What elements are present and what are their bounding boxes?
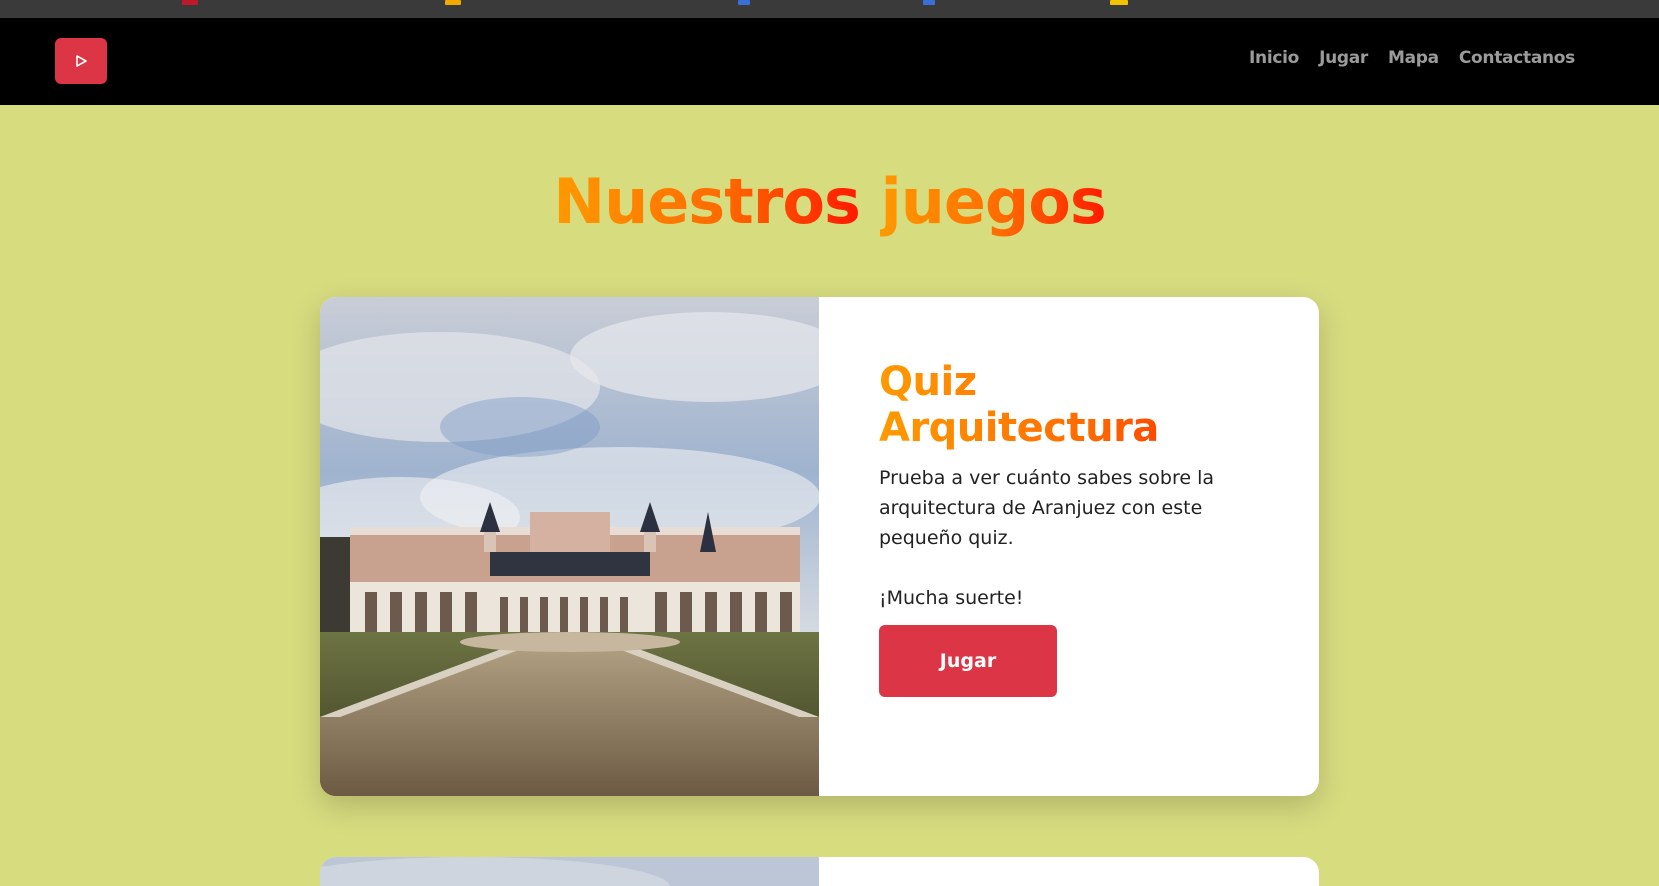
browser-bookmarks-bar — [0, 0, 1659, 18]
photo-icon — [320, 857, 819, 886]
nav-link-mapa[interactable]: Mapa — [1388, 48, 1439, 68]
nav-link-contactanos[interactable]: Contactanos — [1459, 48, 1575, 68]
page-title: Nuestros juegos — [0, 165, 1659, 238]
game-card-partial — [320, 857, 1319, 886]
bookmark-icon[interactable] — [738, 0, 750, 5]
card-body: Quiz Arquitectura Prueba a ver cuánto sa… — [819, 297, 1319, 796]
card-photo-partial — [320, 857, 819, 886]
play-button[interactable]: Jugar — [879, 625, 1057, 697]
card-description: Prueba a ver cuánto sabes sobre la arqui… — [879, 467, 1215, 549]
bookmark-icon[interactable] — [923, 0, 935, 5]
nav-links: Inicio Jugar Mapa Contactanos — [1249, 48, 1575, 68]
palace-image-icon — [320, 297, 819, 796]
bookmark-icon[interactable] — [1110, 0, 1128, 5]
nav-link-inicio[interactable]: Inicio — [1249, 48, 1299, 68]
navbar: Inicio Jugar Mapa Contactanos — [0, 18, 1659, 105]
game-card: Quiz Arquitectura Prueba a ver cuánto sa… — [320, 297, 1319, 796]
palace-photo — [320, 297, 819, 796]
card-title: Quiz Arquitectura — [879, 359, 1261, 451]
brand-play-button[interactable] — [55, 38, 107, 84]
card-tagline: ¡Mucha suerte! — [879, 587, 1024, 609]
page-title-word: juegos — [880, 165, 1106, 238]
bookmark-icon[interactable] — [182, 0, 198, 5]
nav-link-jugar[interactable]: Jugar — [1319, 48, 1368, 68]
play-icon — [76, 55, 87, 67]
page-title-word: Nuestros — [553, 165, 861, 238]
bookmark-icon[interactable] — [445, 0, 461, 5]
